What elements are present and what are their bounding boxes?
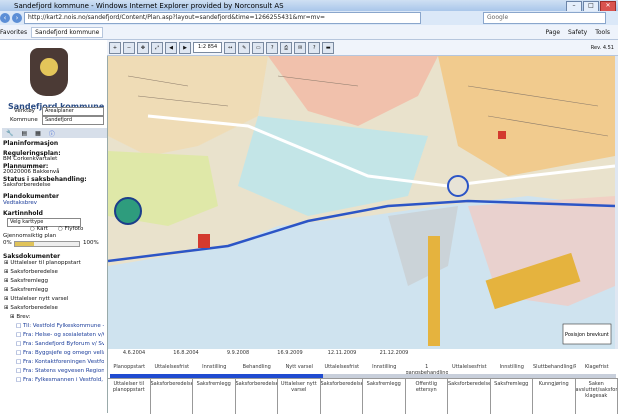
radio-flyfoto-label: Flyfoto: [65, 226, 84, 232]
pct-end: 100%: [83, 240, 99, 246]
timeline-date: 16.8.2004: [160, 350, 212, 356]
plan-title: Planinformasjon: [3, 140, 58, 147]
map-tab-icon[interactable]: ▦: [35, 130, 41, 137]
tree-item[interactable]: ⊞ Saksfremlegg: [4, 278, 92, 284]
timeline-date: 12.11.2009: [316, 350, 368, 356]
next-view-icon[interactable]: ▶: [179, 42, 191, 54]
tree-item[interactable]: ⊞ Uttalelser til planoppstart: [4, 260, 92, 266]
tree-item[interactable]: ⊞ Uttalelser nytt varsel: [4, 296, 92, 302]
measure-icon[interactable]: ↔: [224, 42, 236, 54]
address-bar: ‹ › http://kart2.nois.no/sandefjord/Cont…: [0, 11, 618, 25]
timeline-stage[interactable]: Saksforberedelse: [448, 379, 491, 414]
vedtaksbrev-link[interactable]: Vedtaksbrev: [3, 200, 37, 206]
full-extent-icon[interactable]: ⤢: [151, 42, 163, 54]
verktoy-select[interactable]: Arealplaner: [42, 107, 104, 116]
search-input[interactable]: Google: [483, 12, 606, 24]
email-icon[interactable]: ✉: [294, 42, 306, 54]
pan-icon[interactable]: ✥: [137, 42, 149, 54]
status-value: Saksforberedelse: [3, 182, 51, 188]
tree-item[interactable]: □ Fra: Sandefjord Byforum v/ Sven Erik L…: [16, 341, 104, 347]
pct-start: 0%: [3, 240, 12, 246]
timeline-stage[interactable]: Uttalelser nytt varsel: [278, 379, 321, 414]
scale-select[interactable]: 1:2 854: [193, 42, 222, 53]
timeline-date: 16.9.2009: [264, 350, 316, 356]
timeline-stage[interactable]: Offentlig ettersyn: [406, 379, 449, 414]
timeline-stage[interactable]: Saksfremlegg: [491, 379, 534, 414]
tree-item[interactable]: □ Fra: Byggsjefe og omegn vellag: [16, 350, 104, 356]
help-icon[interactable]: ?: [308, 42, 320, 54]
version-label: Rev. 4.51: [591, 45, 614, 51]
identify-icon[interactable]: ?: [266, 42, 278, 54]
timeline-date: 9.9.2008: [212, 350, 264, 356]
url-field[interactable]: http://kart2.nois.no/sandefjord/Content/…: [24, 12, 421, 24]
menu-safety[interactable]: Safety: [568, 29, 587, 36]
favorites-button[interactable]: Favorites: [0, 29, 27, 36]
tree-item[interactable]: □ Fra: Fylkesmannen i Vestfold, Miljøver…: [16, 377, 104, 383]
zoom-out-icon[interactable]: −: [123, 42, 135, 54]
map-toolbar: + − ✥ ⤢ ◀ ▶ 1:2 854 ↔ ✎ ▭ ? ⎙ ✉ ? ▬ Rev.…: [107, 40, 618, 56]
tree-item[interactable]: □ Til: Vestfold Fylkeskommune - Fylkesad…: [16, 323, 104, 329]
tree-item[interactable]: □ Fra: Kontaktforeningen Vestfold avdeli…: [16, 359, 104, 365]
back-icon[interactable]: ‹: [0, 13, 10, 23]
coat-of-arms-logo: [30, 48, 68, 96]
print-icon[interactable]: ⎙: [280, 42, 292, 54]
tree-item[interactable]: □ Fra: Helse- og sosialetaten v/Gerd Sol…: [16, 332, 104, 338]
timeline-stage[interactable]: Saken avsluttet/saksforberedelse klagesa…: [576, 379, 618, 414]
kommune-label: Kommune: [10, 117, 38, 123]
map-canvas: Posisjon brevkunt: [108, 56, 615, 349]
timeline-stage[interactable]: Saksforberedelse: [151, 379, 194, 414]
browser-tab[interactable]: Sandefjord kommune: [31, 27, 103, 38]
gjennomsiktig-label: Gjennomsiktig plan: [3, 233, 56, 239]
favorites-bar: Favorites Sandefjord kommune Page Safety…: [0, 25, 618, 40]
previous-view-icon[interactable]: ◀: [165, 42, 177, 54]
sak-title: Saksdokumenter: [3, 253, 60, 260]
plannr-value: 20020006 Bakkenvå: [3, 169, 60, 175]
panel-tools: 🔧 ▤ ▦ ⓘ: [2, 128, 108, 138]
tree-item[interactable]: ⊞ Saksforberedelse: [4, 305, 92, 311]
timeline-stage[interactable]: Saksfremlegg: [193, 379, 236, 414]
timeline-date: 4.6.2004: [108, 350, 160, 356]
slider-fill: [15, 242, 34, 246]
kart-title: Kartinnhold: [3, 210, 43, 217]
kommune-select[interactable]: Sandefjord: [42, 116, 104, 125]
timeline-stages: Uttalelser til planoppstartSaksforberede…: [108, 378, 618, 412]
ruler-icon[interactable]: ▬: [322, 42, 334, 54]
timeline-dates: 4.6.200416.8.20049.9.200816.9.200912.11.…: [108, 350, 618, 356]
wrench-icon[interactable]: 🔧: [6, 130, 13, 137]
transparency-slider[interactable]: [14, 241, 80, 247]
forward-icon[interactable]: ›: [12, 13, 22, 23]
layers-icon[interactable]: ▤: [21, 130, 27, 137]
tree-item[interactable]: ⊞ Saksforberedelse: [4, 269, 92, 275]
map-label: Posisjon brevkunt: [565, 332, 609, 338]
draw-icon[interactable]: ✎: [238, 42, 250, 54]
regplan-value: BM Corkenkvartalet: [3, 156, 57, 162]
window-titlebar: Sandefjord kommune - Windows Internet Ex…: [0, 0, 618, 11]
select-icon[interactable]: ▭: [252, 42, 264, 54]
window-title: Sandefjord kommune - Windows Internet Ex…: [0, 2, 284, 10]
timeline-stage[interactable]: Saksforberedelse: [236, 379, 279, 414]
timeline-stage[interactable]: Saksfremlegg: [363, 379, 406, 414]
timeline-stage[interactable]: Uttalelser til planoppstart: [108, 379, 151, 414]
map-view[interactable]: Posisjon brevkunt: [108, 56, 615, 349]
plandok-title: Plandokumenter: [3, 193, 59, 200]
left-panel: Sandefjord kommune Verktøy Arealplaner K…: [0, 40, 108, 413]
radio-kart-label: Kart: [37, 226, 48, 232]
menu-page[interactable]: Page: [545, 29, 560, 36]
zoom-in-icon[interactable]: +: [109, 42, 121, 54]
radio-flyfoto[interactable]: ○ Flyfoto: [58, 226, 83, 232]
timeline-stage[interactable]: Saksforberedelse: [321, 379, 364, 414]
tree-item[interactable]: ⊞ Brev:: [10, 314, 98, 320]
tree-item[interactable]: □ Fra: Statens vegvesen Region sør: [16, 368, 104, 374]
timeline-stage[interactable]: Kunngjøring: [533, 379, 576, 414]
plan-timeline: 4.6.200416.8.20049.9.200816.9.200912.11.…: [108, 350, 618, 413]
radio-kart[interactable]: ○ Kart: [30, 226, 48, 232]
timeline-date: 21.12.2009: [368, 350, 420, 356]
info-icon[interactable]: ⓘ: [49, 129, 55, 138]
menu-tools[interactable]: Tools: [595, 29, 610, 36]
tree-item[interactable]: ⊞ Saksfremlegg: [4, 287, 92, 293]
verktoy-label: Verktøy: [14, 108, 35, 114]
